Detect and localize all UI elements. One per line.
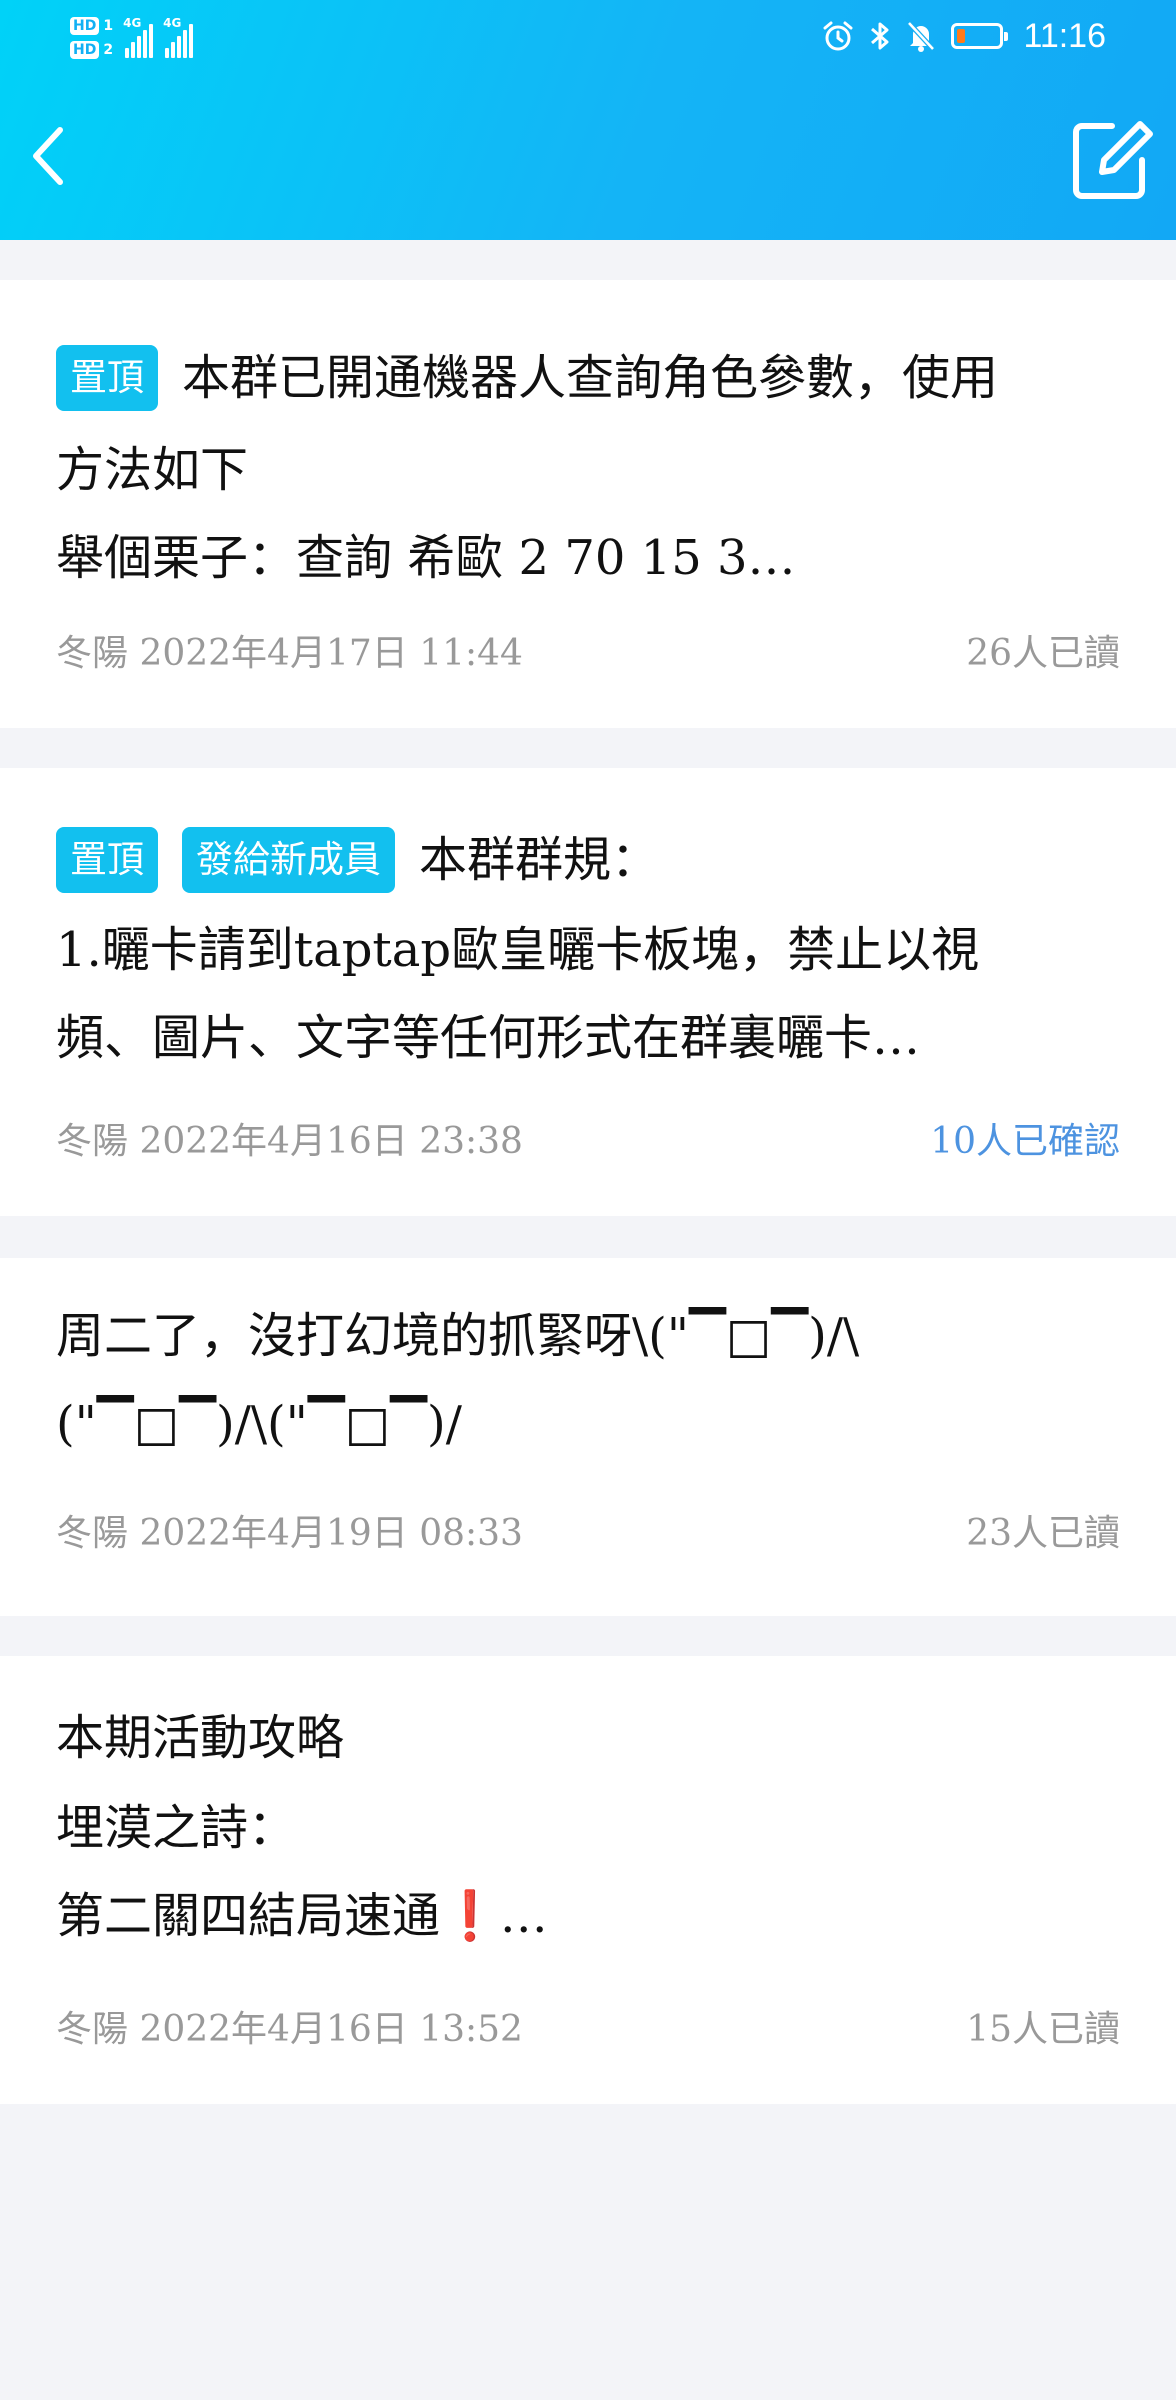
announcement-text: 第二關四結局速通 <box>56 1888 441 1944</box>
announcement-line: 第二關四結局速通❗… <box>56 1886 1120 1946</box>
hd-badge-1-number: 1 <box>103 18 114 34</box>
ellipsis: … <box>499 1888 548 1944</box>
announcement-line: 舉個栗子：查詢 希歐 2 70 15 3… <box>56 530 796 586</box>
announcement-author-time: 冬陽 2022年4月19日 08:33 <box>56 1513 523 1554</box>
alarm-icon <box>821 19 855 53</box>
announcement-card[interactable]: 本期活動攻略 埋漠之詩： 第二關四結局速通❗… 冬陽 2022年4月16日 13… <box>0 1656 1176 2104</box>
announcement-card[interactable]: 周二了，沒打幻境的抓緊呀\("▔□▔)/\ ("▔□▔)/\("▔□▔)/ 冬陽… <box>0 1258 1176 1616</box>
hd-badge-1: HD <box>70 17 100 35</box>
announcement-line: 方法如下 <box>56 442 249 498</box>
edit-note-icon <box>1073 121 1153 199</box>
announcement-line: 置頂 發給新成員 本群群規： <box>56 826 1120 897</box>
status-bar-left: HD 1 HD 2 4G 4G <box>70 8 194 68</box>
announcement-line: 埋漠之詩： <box>56 1800 297 1856</box>
announcement-line: 周二了，沒打幻境的抓緊呀\("▔□▔)/\ <box>56 1308 860 1364</box>
back-button[interactable] <box>22 120 78 192</box>
announcement-title: 本群已開通機器人查詢角色參數，使用 <box>182 350 999 406</box>
bluetooth-icon <box>869 19 891 53</box>
announcement-title: 本群群規： <box>419 832 660 888</box>
pinned-tag: 置頂 <box>56 344 158 411</box>
read-count[interactable]: 26人已讀 <box>966 624 1120 676</box>
announcement-line: ("▔□▔)/\("▔□▔)/ <box>56 1396 462 1452</box>
announcement-author-time: 冬陽 2022年4月17日 11:44 <box>56 633 523 674</box>
announcement-line: 1.曬卡請到taptap歐皇曬卡板塊，禁止以視 <box>56 922 980 978</box>
hd-indicators: HD 1 HD 2 <box>70 17 113 59</box>
signal-2-label: 4G <box>163 16 182 30</box>
new-announcement-button[interactable] <box>1066 112 1156 202</box>
signal-2-icon: 4G <box>163 16 194 58</box>
status-time: 11:16 <box>1023 16 1106 55</box>
status-bar-right: 11:16 <box>821 10 1106 62</box>
announcement-author-time: 冬陽 2022年4月16日 13:52 <box>56 2009 523 2050</box>
read-count[interactable]: 23人已讀 <box>966 1504 1120 1556</box>
chevron-left-icon <box>33 127 63 185</box>
read-count[interactable]: 15人已讀 <box>966 2000 1120 2052</box>
new-member-tag: 發給新成員 <box>182 826 395 893</box>
status-bar: HD 1 HD 2 4G 4G 11:16 <box>0 0 1176 72</box>
signal-1-label: 4G <box>123 16 142 30</box>
mute-bell-icon <box>905 19 937 53</box>
battery-level <box>957 29 966 43</box>
exclamation-emoji-icon: ❗ <box>440 1888 500 1944</box>
pinned-tag: 置頂 <box>56 826 158 893</box>
announcement-line: 頻、圖片、文字等任何形式在群裏曬卡… <box>56 1010 921 1066</box>
app-header: HD 1 HD 2 4G 4G 11:16 <box>0 0 1176 240</box>
signal-1-icon: 4G <box>123 16 154 58</box>
battery-icon <box>951 23 1009 49</box>
announcement-line: 置頂 本群已開通機器人查詢角色參數，使用 <box>56 344 1120 415</box>
announcement-card[interactable]: 置頂 發給新成員 本群群規： 1.曬卡請到taptap歐皇曬卡板塊，禁止以視 頻、圖… <box>0 768 1176 1216</box>
confirm-count-link[interactable]: 10人已確認 <box>930 1112 1120 1164</box>
announcement-card[interactable]: 置頂 本群已開通機器人查詢角色參數，使用 方法如下 舉個栗子：查詢 希歐 2 70… <box>0 280 1176 728</box>
hd-badge-2: HD <box>70 41 100 59</box>
announcement-line: 本期活動攻略 <box>56 1710 345 1766</box>
hd-badge-2-number: 2 <box>103 42 114 58</box>
